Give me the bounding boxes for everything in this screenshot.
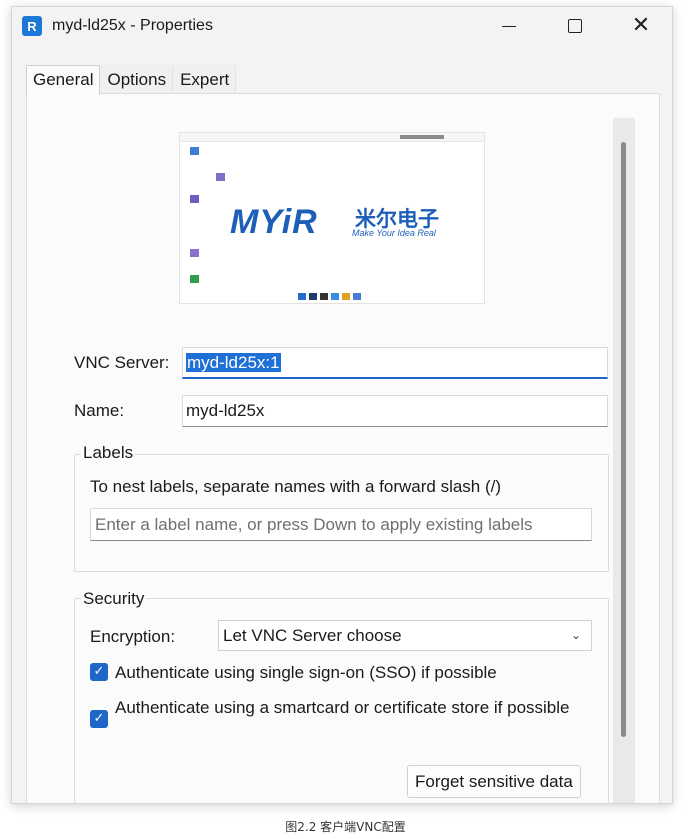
figure-caption: 图2.2 客户端VNC配置 [285,820,406,834]
smartcard-checkbox-label: Authenticate using a smartcard or certif… [115,698,570,717]
maximize-icon [568,19,582,33]
minimize-button[interactable] [486,7,532,45]
title-bar[interactable]: R myd-ld25x - Properties ✕ [12,7,672,45]
sso-checkbox-label: Authenticate using single sign-on (SSO) … [115,663,497,682]
vnc-server-input[interactable]: myd-ld25x:1 [182,347,608,379]
tab-options[interactable]: Options [100,65,174,95]
scrollbar-thumb[interactable] [621,142,626,737]
vertical-scrollbar[interactable] [613,118,635,803]
vnc-server-value: myd-ld25x:1 [186,353,281,372]
properties-window: R myd-ld25x - Properties ✕ General Optio… [11,6,673,804]
close-button[interactable]: ✕ [618,7,664,45]
tab-general[interactable]: General [26,65,101,95]
myir-tagline: Make Your Idea Real [352,228,436,238]
preview-file-icon [216,173,225,181]
tab-expert[interactable]: Expert [173,65,237,95]
encryption-selected-value: Let VNC Server choose [223,626,402,645]
close-icon: ✕ [631,13,651,38]
tab-bar: General Options Expert [26,65,237,95]
labels-hint: To nest labels, separate names with a fo… [90,477,502,496]
encryption-label: Encryption: [90,627,176,646]
smartcard-checkbox[interactable]: ✓ [90,710,108,728]
minimize-icon [502,25,516,27]
preview-toolbar-controls [400,135,444,139]
security-group-title: Security [81,589,147,609]
name-input[interactable]: myd-ld25x [182,395,608,427]
forget-sensitive-data-button[interactable]: Forget sensitive data [407,765,581,798]
preview-folder-icon [190,147,199,155]
maximize-button[interactable] [552,7,598,45]
preview-app-icon [190,275,199,283]
name-label: Name: [74,401,125,420]
preview-app-icon [190,195,199,203]
window-title: myd-ld25x - Properties [52,17,213,34]
sso-checkbox[interactable]: ✓ [90,663,108,681]
preview-taskbar [298,293,361,301]
encryption-dropdown[interactable]: Let VNC Server choose ⌄ [218,620,592,651]
myir-logo: MYiR [230,203,318,241]
realvnc-app-icon: R [22,16,42,36]
general-panel: MYiR 米尔电子 Make Your Idea Real VNC Server… [26,93,660,803]
desktop-preview-thumbnail: MYiR 米尔电子 Make Your Idea Real [179,132,485,304]
preview-app-icon [190,249,199,257]
chevron-down-icon: ⌄ [570,628,581,642]
vnc-server-label: VNC Server: [74,353,170,372]
label-name-input[interactable] [90,508,592,541]
labels-group-title: Labels [81,443,136,463]
